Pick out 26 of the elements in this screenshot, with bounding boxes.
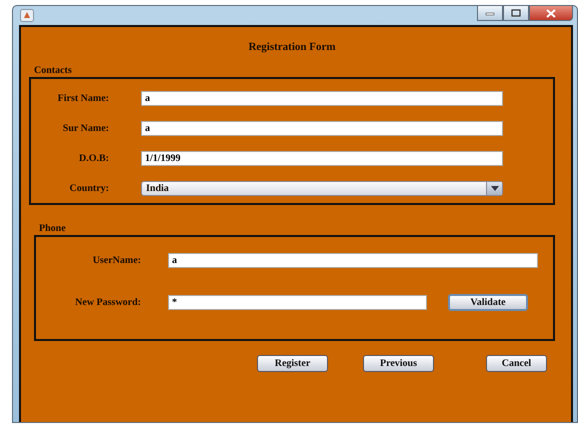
field-label: Sur Name: [62, 122, 109, 134]
validate-button[interactable]: Validate [448, 294, 528, 311]
input-field[interactable]: a [141, 90, 503, 106]
field-label: New Password: [74, 297, 141, 308]
field-label: D.O.B: [78, 152, 109, 164]
password-field[interactable]: * [168, 295, 427, 310]
minimize-button[interactable] [477, 6, 503, 21]
minimize-icon [485, 10, 495, 16]
section-title: Phone [39, 223, 67, 235]
username-field[interactable]: a [168, 253, 538, 268]
country-dropdown[interactable]: India [141, 180, 503, 196]
section-title: Contacts [34, 65, 73, 77]
field-label: Country: [68, 182, 109, 194]
form-button[interactable]: Cancel [486, 355, 547, 372]
form-button[interactable]: Register [257, 355, 328, 372]
field-label: UserName: [92, 255, 141, 266]
input-field[interactable]: 1/1/1999 [141, 150, 503, 166]
maximize-button[interactable] [503, 6, 529, 21]
close-icon [545, 8, 557, 18]
form-button[interactable]: Previous [363, 355, 434, 372]
caret-icon [490, 186, 498, 190]
field-label: First Name: [56, 92, 109, 104]
maximize-icon [511, 9, 521, 17]
input-field[interactable]: a [141, 120, 503, 136]
form-title: Registration Form [247, 41, 337, 53]
close-button[interactable] [529, 6, 573, 21]
